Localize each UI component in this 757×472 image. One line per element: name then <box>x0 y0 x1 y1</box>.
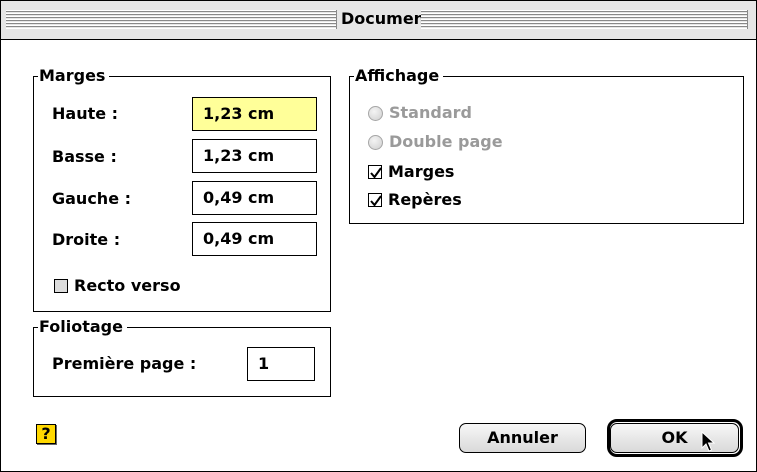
guides-check-label: Repères <box>388 190 462 209</box>
standard-radio[interactable]: Standard <box>368 103 472 123</box>
radio-icon <box>368 105 383 121</box>
checkmark-icon <box>368 165 382 179</box>
title-stripes-left <box>6 10 337 29</box>
unchecked-box-icon <box>54 279 68 293</box>
display-legend: Affichage <box>354 66 444 86</box>
radio-icon <box>368 134 383 150</box>
foliotage-group: Foliotage Première page : 1 <box>33 317 331 397</box>
bottom-margin-input[interactable]: 1,23 cm <box>192 139 317 173</box>
display-group: Affichage Standard Double page Marges Re… <box>349 66 744 224</box>
mouse-pointer-icon <box>701 431 715 452</box>
checkmark-icon <box>368 193 382 207</box>
bottom-margin-label: Basse : <box>52 147 117 166</box>
cancel-button[interactable]: Annuler <box>459 423 586 453</box>
top-margin-input[interactable]: 1,23 cm <box>192 97 317 131</box>
document-dialog: Document Marges Haute : 1,23 cm Basse : … <box>0 0 757 472</box>
help-icon[interactable]: ? <box>36 424 56 444</box>
double-page-label: Double page <box>389 132 503 151</box>
recto-verso-checkbox[interactable]: Recto verso <box>54 276 181 296</box>
margins-check-label: Marges <box>388 162 455 181</box>
right-margin-label: Droite : <box>52 230 121 249</box>
ok-button[interactable]: OK <box>610 423 739 453</box>
margins-checkbox[interactable]: Marges <box>368 162 454 182</box>
margins-legend: Marges <box>38 66 110 86</box>
title-bar[interactable]: Document <box>1 1 756 40</box>
left-margin-label: Gauche : <box>52 189 132 208</box>
window-title: Document <box>341 9 433 28</box>
left-margin-input[interactable]: 0,49 cm <box>192 181 317 215</box>
guides-checkbox[interactable]: Repères <box>368 190 462 210</box>
double-page-radio[interactable]: Double page <box>368 132 503 152</box>
foliotage-legend: Foliotage <box>38 317 127 337</box>
title-stripes-right <box>421 10 748 29</box>
recto-verso-label: Recto verso <box>74 276 181 295</box>
top-margin-label: Haute : <box>52 104 119 123</box>
margins-group: Marges Haute : 1,23 cm Basse : 1,23 cm G… <box>33 66 331 312</box>
right-margin-input[interactable]: 0,49 cm <box>192 222 317 256</box>
first-page-input[interactable]: 1 <box>247 347 315 381</box>
first-page-label: Première page : <box>52 354 197 373</box>
standard-label: Standard <box>389 103 472 122</box>
